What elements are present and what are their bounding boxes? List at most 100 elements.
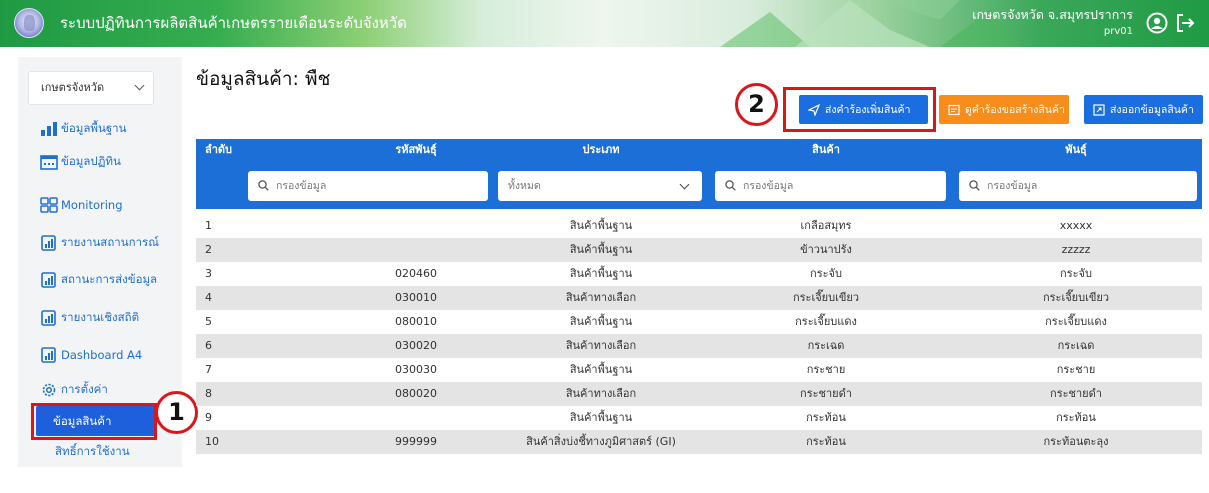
export-button[interactable]: ส่งออกข้อมูลสินค้า: [1084, 95, 1203, 124]
column-header-variety[interactable]: พันธุ์: [956, 139, 1196, 161]
table-header: ลำดับ รหัสพันธุ์ ประเภท สินค้า พันธุ์ กร…: [196, 139, 1202, 209]
view-requests-button[interactable]: ดูคำร้องขอสร้างสินค้า: [939, 95, 1069, 124]
row-index: 6: [205, 339, 212, 352]
row-index: 10: [205, 435, 219, 448]
row-variety: กระเจี๊ยบแดง: [1045, 315, 1107, 328]
row-code: [341, 214, 491, 238]
sidebar-item-situation-report[interactable]: รายงานสถานการณ์: [40, 232, 159, 254]
sidebar-item-label: รายงานเชิงสถิติ: [61, 310, 140, 324]
logout-icon[interactable]: [1174, 12, 1196, 34]
table-row[interactable]: 7 030030 สินค้าพื้นฐาน กระชาย กระชาย: [196, 358, 1202, 382]
sidebar-item-label: Monitoring: [61, 198, 123, 212]
variety-filter-input[interactable]: กรองข้อมูล: [959, 171, 1197, 201]
row-product: กระเฉด: [807, 339, 845, 352]
sidebar-item-label: การตั้งค่า: [61, 382, 108, 396]
callout-number-1: 1: [155, 391, 198, 434]
row-variety: กระจับ: [1060, 267, 1092, 280]
report-icon: [41, 347, 56, 363]
row-variety: กระท้อน: [1056, 411, 1096, 424]
row-product: กระเจี๊ยบแดง: [795, 315, 857, 328]
sidebar-item-monitoring[interactable]: Monitoring: [40, 194, 123, 216]
table-row[interactable]: 10 999999 สินค้าสิ่งบ่งชี้ทางภูมิศาสตร์ …: [196, 430, 1202, 454]
table-row[interactable]: 9 สินค้าพื้นฐาน กระท้อน กระท้อน: [196, 406, 1202, 430]
grid-icon: [40, 197, 58, 213]
row-product: ข้าวนาปรัง: [800, 243, 852, 256]
report-icon: [41, 310, 56, 326]
user-id: prv01: [1103, 26, 1133, 37]
export-icon: [1093, 103, 1105, 116]
request-add-product-label: ส่งคำร้องเพิ่มสินค้า: [825, 104, 911, 116]
row-type: สินค้าพื้นฐาน: [569, 243, 633, 256]
table-row[interactable]: 4 030010 สินค้าทางเลือก กระเจี๊ยบเขียว ก…: [196, 286, 1202, 310]
row-code: 080020: [395, 387, 437, 400]
row-type: สินค้าพื้นฐาน: [569, 219, 633, 232]
table-row[interactable]: 2 สินค้าพื้นฐาน ข้าวนาปรัง zzzzz: [196, 238, 1202, 262]
table-row[interactable]: 8 080020 สินค้าทางเลือก กระชายดำ กระชายด…: [196, 382, 1202, 406]
row-product: กระชายดำ: [800, 387, 852, 400]
row-index: 4: [205, 291, 212, 304]
row-index: 9: [205, 411, 212, 424]
sidebar-item-basic-data[interactable]: ข้อมูลพื้นฐาน: [40, 118, 127, 140]
row-index: 5: [205, 315, 212, 328]
report-icon: [41, 235, 56, 251]
row-type: สินค้าสิ่งบ่งชี้ทางภูมิศาสตร์ (GI): [526, 435, 676, 448]
column-header-code[interactable]: รหัสพันธุ์: [341, 139, 491, 161]
sidebar-item-statistical-report[interactable]: รายงานเชิงสถิติ: [40, 307, 139, 329]
role-select-value: เกษตรจังหวัด: [41, 81, 105, 94]
product-filter-placeholder: กรองข้อมูล: [743, 180, 794, 192]
send-icon: [808, 103, 820, 116]
row-product: เกลือสมุทร: [800, 219, 852, 232]
callout-number-2: 2: [735, 83, 778, 126]
user-name: เกษตรจังหวัด จ.สมุทรปราการ: [972, 7, 1133, 22]
user-circle-icon[interactable]: [1146, 12, 1168, 34]
sidebar-item-label: ข้อมูลปฏิทิน: [61, 154, 121, 168]
row-type: สินค้าทางเลือก: [565, 339, 637, 352]
request-add-product-button[interactable]: ส่งคำร้องเพิ่มสินค้า: [799, 95, 928, 124]
table-row[interactable]: 6 030020 สินค้าทางเลือก กระเฉด กระเฉด: [196, 334, 1202, 358]
type-filter-select[interactable]: ทั้งหมด: [498, 171, 702, 201]
column-header-index[interactable]: ลำดับ: [205, 139, 232, 161]
calendar-icon: [40, 155, 58, 170]
export-label: ส่งออกข้อมูลสินค้า: [1110, 104, 1194, 116]
search-icon: [258, 180, 269, 191]
product-filter-input[interactable]: กรองข้อมูล: [715, 171, 946, 201]
table-row[interactable]: 5 080010 สินค้าพื้นฐาน กระเจี๊ยบแดง กระเ…: [196, 310, 1202, 334]
code-filter-input[interactable]: กรองข้อมูล: [248, 171, 488, 201]
row-type: สินค้าพื้นฐาน: [569, 315, 633, 328]
search-icon: [725, 180, 736, 191]
row-code: 080010: [395, 315, 437, 328]
row-code: 999999: [395, 435, 437, 448]
chevron-down-icon: [134, 80, 145, 91]
row-type: สินค้าทางเลือก: [565, 387, 637, 400]
search-icon: [969, 180, 980, 191]
row-product: กระท้อน: [806, 411, 846, 424]
gear-icon: [42, 383, 56, 397]
row-variety: zzzzz: [1061, 243, 1091, 256]
table-row[interactable]: 3 020460 สินค้าพื้นฐาน กระจับ กระจับ: [196, 262, 1202, 286]
table-row[interactable]: 1 สินค้าพื้นฐาน เกลือสมุทร xxxxx: [196, 214, 1202, 238]
row-product: กระจับ: [810, 267, 842, 280]
column-header-type[interactable]: ประเภท: [506, 139, 696, 161]
report-icon: [41, 272, 56, 288]
variety-filter-placeholder: กรองข้อมูล: [987, 180, 1038, 192]
sidebar-item-settings[interactable]: การตั้งค่า: [40, 379, 108, 401]
sidebar-item-label: ข้อมูลพื้นฐาน: [61, 121, 127, 135]
row-product: กระท้อน: [806, 435, 846, 448]
user-info: เกษตรจังหวัด จ.สมุทรปราการ prv01: [972, 6, 1133, 40]
sidebar-item-dashboard-a4[interactable]: Dashboard A4: [40, 344, 142, 366]
sidebar-item-label: สถานะการส่งข้อมูล: [61, 272, 158, 286]
app-title: ระบบปฏิทินการผลิตสินค้าเกษตรรายเดือนระดั…: [60, 14, 407, 32]
sidebar-item-submission-status[interactable]: สถานะการส่งข้อมูล: [40, 269, 157, 291]
column-header-product[interactable]: สินค้า: [716, 139, 936, 161]
sidebar-item-label: รายงานสถานการณ์: [61, 235, 159, 249]
row-code: 030030: [395, 363, 437, 376]
bar-chart-icon: [41, 122, 57, 136]
sidebar-item-permissions[interactable]: สิทธิ์การใช้งาน: [55, 443, 130, 461]
row-code: 030020: [395, 339, 437, 352]
row-product: กระเจี๊ยบเขียว: [792, 291, 859, 304]
role-select[interactable]: เกษตรจังหวัด: [28, 71, 154, 105]
sidebar-item-label: Dashboard A4: [61, 348, 143, 362]
sidebar-item-calendar[interactable]: ข้อมูลปฏิทิน: [40, 151, 121, 173]
page-title: ข้อมูลสินค้า: พืช: [196, 68, 331, 90]
row-code: 020460: [395, 267, 437, 280]
